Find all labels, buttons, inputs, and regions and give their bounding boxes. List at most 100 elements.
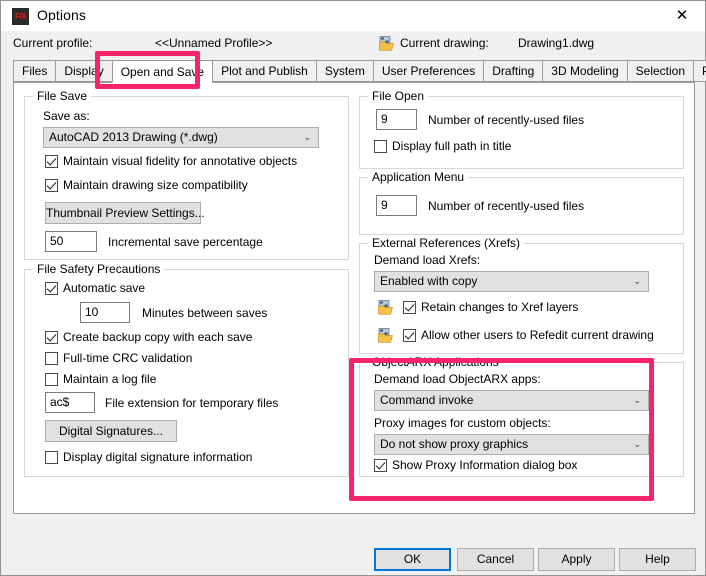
show-proxy-info-checkbox[interactable] — [374, 459, 387, 473]
digital-signatures-button[interactable]: Digital Signatures... — [45, 420, 177, 442]
chevron-down-icon: ⌄ — [633, 439, 641, 449]
group-external-references: External References (Xrefs) Demand load … — [359, 236, 684, 354]
app-logo-icon: F/X — [12, 8, 29, 25]
maintain-visual-fidelity-label: Maintain visual fidelity for annotative … — [63, 154, 298, 169]
crc-validation-row[interactable]: Full-time CRC validation — [45, 351, 192, 367]
tab-files[interactable]: Files — [13, 60, 57, 82]
crc-validation-label: Full-time CRC validation — [63, 351, 193, 366]
xref-icon — [378, 300, 393, 315]
crc-validation-checkbox[interactable] — [45, 352, 58, 366]
tab-selection[interactable]: Selection — [626, 60, 695, 82]
demand-load-xrefs-label: Demand load Xrefs: — [374, 253, 481, 267]
group-file-open: File Open 9 Number of recently-used file… — [359, 89, 684, 169]
allow-refedit-label: Allow other users to Refedit current dra… — [421, 328, 654, 343]
demand-load-objectarx-label: Demand load ObjectARX apps: — [374, 372, 541, 386]
help-button[interactable]: Help — [619, 548, 696, 571]
display-signature-info-row[interactable]: Display digital signature information — [45, 450, 252, 466]
maintain-drawing-size-checkbox[interactable] — [45, 179, 58, 193]
display-full-path-label: Display full path in title — [392, 139, 512, 154]
apply-button[interactable]: Apply — [538, 548, 615, 571]
automatic-save-checkbox[interactable] — [45, 282, 58, 296]
tab-system[interactable]: System — [315, 60, 374, 82]
allow-refedit-row[interactable]: Allow other users to Refedit current dra… — [378, 328, 654, 344]
allow-refedit-checkbox[interactable] — [403, 329, 416, 343]
incremental-save-input[interactable]: 50 — [45, 231, 97, 252]
tab-plot-and-publish[interactable]: Plot and Publish — [212, 60, 317, 82]
tab-profiles[interactable]: Profiles — [693, 60, 706, 82]
tab-display[interactable]: Display — [55, 60, 113, 82]
automatic-save-label: Automatic save — [63, 281, 146, 296]
create-backup-row[interactable]: Create backup copy with each save — [45, 330, 252, 346]
demand-load-objectarx-combo[interactable]: Command invoke ⌄ — [374, 390, 649, 411]
demand-load-objectarx-value: Command invoke — [380, 393, 474, 407]
demand-load-xrefs-combo[interactable]: Enabled with copy ⌄ — [374, 271, 649, 292]
tab-strip[interactable]: Files Display Open and Save Plot and Publis… — [13, 60, 706, 83]
tab-drafting[interactable]: Drafting — [483, 60, 544, 82]
close-icon[interactable]: ✕ — [659, 1, 705, 31]
chevron-down-icon: ⌄ — [633, 395, 641, 405]
display-full-path-row[interactable]: Display full path in title — [374, 139, 511, 155]
proxy-images-value: Do not show proxy graphics — [380, 437, 529, 451]
minutes-between-saves-input[interactable]: 10 — [80, 302, 130, 323]
group-external-references-title: External References (Xrefs) — [368, 236, 525, 250]
tab-open-and-save[interactable]: Open and Save — [111, 60, 214, 83]
show-proxy-info-row[interactable]: Show Proxy Information dialog box — [374, 458, 577, 474]
group-objectarx-title: ObjectARX Applications — [368, 355, 503, 369]
retain-xref-changes-label: Retain changes to Xref layers — [421, 300, 579, 315]
maintain-visual-fidelity-checkbox[interactable] — [45, 155, 58, 169]
file-open-recent-files-input[interactable]: 9 — [376, 109, 417, 130]
maintain-visual-fidelity-row[interactable]: Maintain visual fidelity for annotative … — [45, 154, 297, 170]
save-as-combo-value: AutoCAD 2013 Drawing (*.dwg) — [49, 130, 218, 144]
tab-user-preferences[interactable]: User Preferences — [372, 60, 485, 82]
retain-xref-changes-row[interactable]: Retain changes to Xref layers — [378, 300, 578, 316]
current-drawing-label: Current drawing: — [400, 36, 489, 50]
thumbnail-preview-settings-button[interactable]: Thumbnail Preview Settings... — [45, 202, 205, 224]
group-application-menu: Application Menu 9 Number of recently-us… — [359, 170, 684, 235]
temp-file-extension-label: File extension for temporary files — [105, 396, 279, 410]
save-as-combo[interactable]: AutoCAD 2013 Drawing (*.dwg) ⌄ — [43, 127, 319, 148]
xref-icon — [378, 328, 393, 343]
current-profile-label: Current profile: — [13, 36, 93, 50]
current-profile-value: <<Unnamed Profile>> — [155, 36, 273, 50]
maintain-drawing-size-label: Maintain drawing size compatibility — [63, 178, 248, 193]
window-title: Options — [37, 7, 86, 23]
current-drawing-icon — [379, 36, 394, 51]
group-file-open-title: File Open — [368, 89, 429, 103]
group-file-safety-title: File Safety Precautions — [33, 262, 165, 276]
cancel-button[interactable]: Cancel — [457, 548, 534, 571]
log-file-checkbox[interactable] — [45, 373, 58, 387]
incremental-save-label: Incremental save percentage — [108, 235, 263, 249]
temp-file-extension-input[interactable]: ac$ — [45, 392, 95, 413]
app-menu-recent-files-label: Number of recently-used files — [428, 199, 585, 213]
create-backup-label: Create backup copy with each save — [63, 330, 253, 345]
minutes-between-saves-label: Minutes between saves — [142, 306, 268, 320]
proxy-images-label: Proxy images for custom objects: — [374, 416, 551, 430]
display-signature-info-checkbox[interactable] — [45, 451, 58, 465]
profile-header: Current profile: <<Unnamed Profile>> Cur… — [2, 31, 705, 58]
group-file-safety: File Safety Precautions Automatic save 1… — [24, 262, 349, 477]
retain-xref-changes-checkbox[interactable] — [403, 301, 416, 315]
group-objectarx: ObjectARX Applications Demand load Objec… — [359, 355, 684, 477]
automatic-save-row[interactable]: Automatic save — [45, 281, 145, 297]
display-full-path-checkbox[interactable] — [374, 140, 387, 154]
tab-3d-modeling[interactable]: 3D Modeling — [542, 60, 628, 82]
save-as-label: Save as: — [43, 109, 90, 123]
maintain-drawing-size-row[interactable]: Maintain drawing size compatibility — [45, 178, 248, 194]
chevron-down-icon: ⌄ — [633, 276, 641, 286]
current-drawing-value: Drawing1.dwg — [518, 36, 595, 50]
demand-load-xrefs-value: Enabled with copy — [380, 274, 478, 288]
file-open-recent-files-label: Number of recently-used files — [428, 113, 585, 127]
options-dialog: F/X Options ✕ Current profile: <<Unnamed… — [0, 0, 706, 576]
title-bar: F/X Options ✕ — [1, 1, 705, 31]
create-backup-checkbox[interactable] — [45, 331, 58, 345]
app-menu-recent-files-input[interactable]: 9 — [376, 195, 417, 216]
group-file-save: File Save Save as: AutoCAD 2013 Drawing … — [24, 89, 349, 260]
group-file-save-title: File Save — [33, 89, 92, 103]
log-file-row[interactable]: Maintain a log file — [45, 372, 156, 388]
show-proxy-info-label: Show Proxy Information dialog box — [392, 458, 578, 473]
group-application-menu-title: Application Menu — [368, 170, 469, 184]
ok-button[interactable]: OK — [374, 548, 451, 571]
proxy-images-combo[interactable]: Do not show proxy graphics ⌄ — [374, 434, 649, 455]
display-signature-info-label: Display digital signature information — [63, 450, 253, 465]
tab-content-panel: File Save Save as: AutoCAD 2013 Drawing … — [13, 82, 695, 514]
